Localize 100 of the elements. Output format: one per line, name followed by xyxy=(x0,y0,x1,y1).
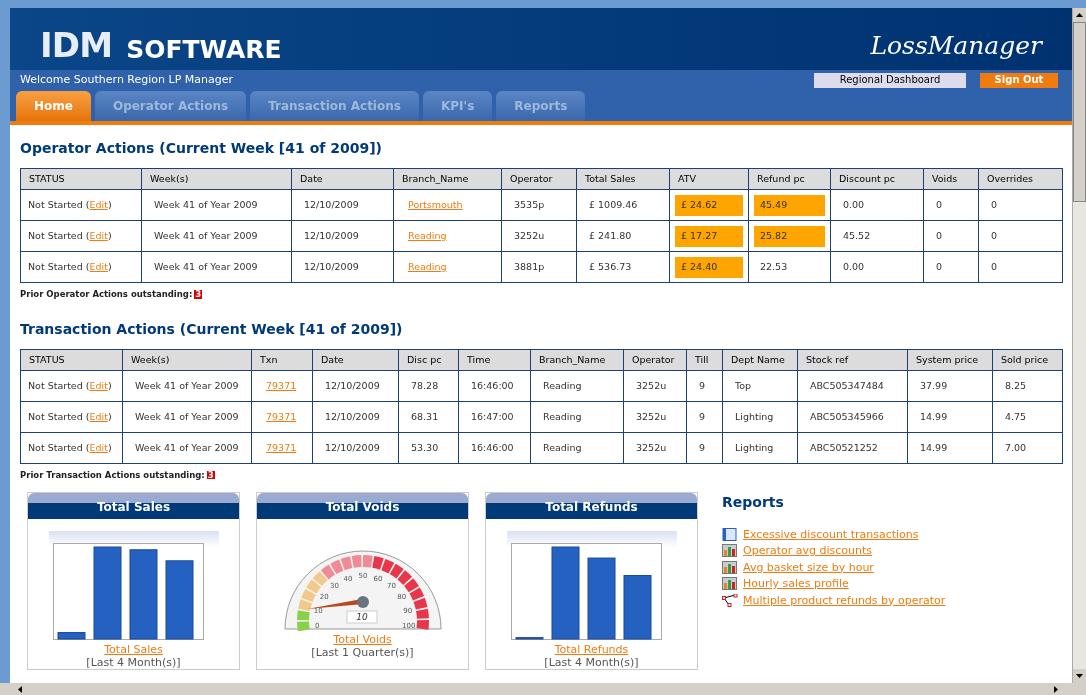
table-cell: Week 41 of Year 2009 xyxy=(141,220,292,252)
scrollbar-thumb[interactable] xyxy=(1073,22,1086,202)
table-link[interactable]: 79371 xyxy=(266,379,297,391)
status-text: Not Started (Edit) xyxy=(28,441,112,453)
table-cell: ABC50521252 xyxy=(797,432,908,464)
table-link[interactable]: Reading xyxy=(408,229,447,241)
table-link[interactable]: 79371 xyxy=(266,410,297,422)
period-text: [Last 1 Quarter(s)] xyxy=(311,645,414,659)
table-cell: Week 41 of Year 2009 xyxy=(122,370,252,402)
count-badge: 3 xyxy=(206,470,215,480)
bar-chart-icon xyxy=(722,560,738,574)
column-header: Week(s) xyxy=(122,349,252,371)
bar-chart-icon xyxy=(722,544,738,558)
report-link[interactable]: Excessive discount transactions xyxy=(743,526,919,542)
nav-tab[interactable]: Transaction Actions xyxy=(250,91,419,121)
table-cell: 0 xyxy=(978,251,1063,283)
table-cell: £ 241.80 xyxy=(576,220,670,252)
table-cell: 9 xyxy=(686,401,723,433)
column-header: Operator xyxy=(501,168,577,190)
widget-title: Total Sales xyxy=(28,492,239,519)
table-link[interactable]: 79371 xyxy=(266,441,297,453)
column-header: Branch_Name xyxy=(530,349,624,371)
flagged-value: 45.49 xyxy=(754,194,825,216)
flagged-value: £ 24.40 xyxy=(675,256,743,278)
table-cell: £ 536.73 xyxy=(576,251,670,283)
scroll-right-icon[interactable] xyxy=(1054,685,1058,693)
table-cell: 12/10/2009 xyxy=(291,220,394,252)
column-header: STATUS xyxy=(20,168,142,190)
table-cell: 3252u xyxy=(623,432,687,464)
edit-link[interactable]: Edit xyxy=(89,260,108,272)
column-header: Date xyxy=(312,349,399,371)
column-header: Txn xyxy=(251,349,313,371)
table-cell: 3252u xyxy=(623,401,687,433)
table-cell: Reading xyxy=(530,401,624,433)
table-cell: 0.00 xyxy=(830,251,924,283)
bar xyxy=(623,574,651,639)
nav-tab[interactable]: Home xyxy=(16,91,91,121)
status-text: Not Started (Edit) xyxy=(28,260,112,272)
edit-link[interactable]: Edit xyxy=(89,198,108,210)
nav-tab[interactable]: Reports xyxy=(496,91,586,121)
gauge-value: 10 xyxy=(355,611,368,622)
report-link[interactable]: Avg basket size by hour xyxy=(743,559,874,575)
column-header: Time xyxy=(458,349,531,371)
status-text: Not Started (Edit) xyxy=(28,410,112,422)
edit-link[interactable]: Edit xyxy=(89,379,108,391)
column-header: Discount pc xyxy=(830,168,924,190)
table-cell: Week 41 of Year 2009 xyxy=(122,401,252,433)
scroll-up-icon[interactable] xyxy=(1076,13,1083,17)
table-cell: 3881p xyxy=(501,251,577,283)
nav-tab[interactable]: KPI's xyxy=(422,91,493,121)
edit-link[interactable]: Edit xyxy=(89,441,108,453)
vertical-scrollbar[interactable] xyxy=(1072,8,1086,683)
report-link[interactable]: Operator avg discounts xyxy=(743,543,872,559)
status-text: Not Started (Edit) xyxy=(28,379,112,391)
table-cell: 3252u xyxy=(623,370,687,402)
column-header: Disc pc xyxy=(398,349,459,371)
scroll-left-icon[interactable] xyxy=(18,685,22,693)
document-icon xyxy=(722,527,738,541)
table-cell: 16:46:00 xyxy=(458,370,531,402)
table-cell: 37.99 xyxy=(907,370,993,402)
scroll-down-icon[interactable] xyxy=(1076,674,1083,678)
report-link[interactable]: Hourly sales profile xyxy=(743,576,849,592)
table-cell: ABC505345966 xyxy=(797,401,908,433)
sign-out-button[interactable]: Sign Out xyxy=(980,72,1058,88)
dashboard-button[interactable]: Regional Dashboard xyxy=(814,72,966,88)
count-badge: 3 xyxy=(194,290,203,299)
table-cell: 12/10/2009 xyxy=(291,189,394,221)
table-cell: £ 1009.46 xyxy=(576,189,670,221)
status-text: Not Started (Edit) xyxy=(28,229,112,241)
table-value: 22.53 xyxy=(759,259,789,274)
widget-link[interactable]: Total Refunds xyxy=(554,642,629,656)
widget-link[interactable]: Total Sales xyxy=(104,642,163,656)
report-link[interactable]: Multiple product refunds by operator xyxy=(743,592,946,608)
prior-label: Prior Transaction Actions outstanding: xyxy=(20,468,205,482)
table-cell: Top xyxy=(722,370,798,402)
table-cell: 16:46:00 xyxy=(458,432,531,464)
edit-link[interactable]: Edit xyxy=(89,229,108,241)
table-cell: Week 41 of Year 2009 xyxy=(141,251,292,283)
table-cell: 12/10/2009 xyxy=(312,401,399,433)
table-cell: 8.25 xyxy=(992,370,1063,402)
nav-tab[interactable]: Operator Actions xyxy=(94,91,247,121)
section-title: Operator Actions (Current Week [41 of 2009]) xyxy=(20,141,383,155)
table-cell: 14.99 xyxy=(907,432,993,464)
table-cell: Week 41 of Year 2009 xyxy=(122,432,252,464)
widget-link[interactable]: Total Voids xyxy=(333,632,392,646)
flagged-value: 25.82 xyxy=(754,225,825,247)
table-link[interactable]: Portsmouth xyxy=(408,198,463,210)
table-cell: 45.52 xyxy=(830,220,924,252)
logo-subtitle: SOFTWARE xyxy=(126,37,282,62)
table-link[interactable]: Reading xyxy=(408,260,447,272)
table-cell: 4.75 xyxy=(992,401,1063,433)
edit-link[interactable]: Edit xyxy=(89,410,108,422)
column-header: Week(s) xyxy=(141,168,292,190)
column-header: ATV xyxy=(669,168,749,190)
column-header: Date xyxy=(291,168,394,190)
table-cell: 9 xyxy=(686,432,723,464)
table-cell: 12/10/2009 xyxy=(312,432,399,464)
bar xyxy=(515,636,543,639)
table-cell: Lighting xyxy=(722,432,798,464)
widget-title: Total Voids xyxy=(257,492,468,519)
